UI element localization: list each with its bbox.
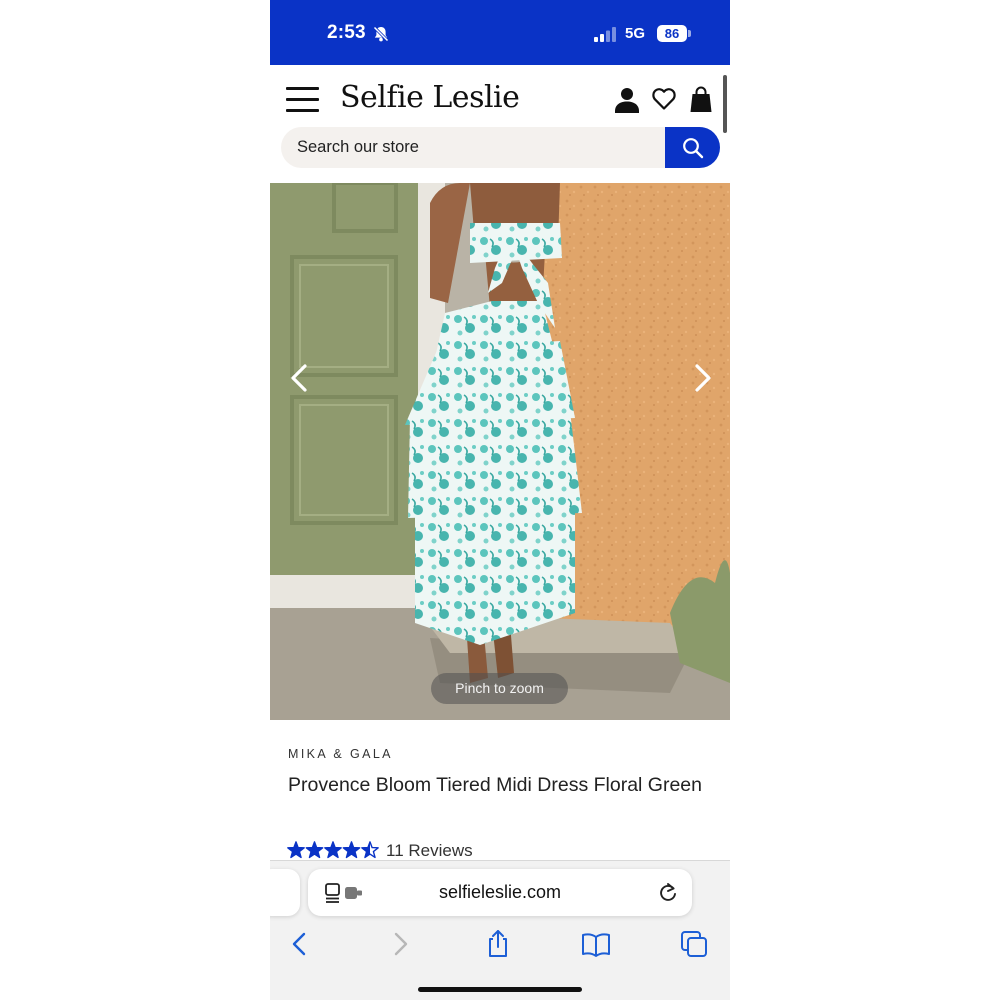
page-scrollbar[interactable] — [723, 75, 727, 133]
hamburger-menu-icon[interactable] — [286, 87, 319, 113]
share-icon[interactable] — [483, 929, 513, 959]
chevron-right-icon[interactable] — [682, 358, 722, 398]
forward-icon[interactable] — [385, 929, 415, 959]
product-photo — [270, 183, 730, 720]
tabs-icon[interactable] — [679, 929, 709, 959]
phone-screen: 2:53 5G 86 Selfie Leslie Search our stor… — [270, 0, 730, 1000]
reload-icon[interactable] — [658, 882, 678, 904]
star-rating[interactable] — [287, 840, 379, 860]
shopping-bag-icon[interactable] — [690, 86, 712, 112]
product-title: Provence Bloom Tiered Midi Dress Floral … — [288, 774, 702, 796]
bookmarks-icon[interactable] — [581, 929, 611, 959]
star-fill — [306, 841, 323, 858]
product-image-gallery[interactable]: Pinch to zoom — [270, 183, 730, 720]
site-header: Selfie Leslie — [270, 65, 730, 183]
bell-slash-icon — [373, 26, 389, 42]
network-type-label: 5G — [625, 25, 646, 42]
product-brand[interactable]: MIKA & GALA — [288, 747, 393, 761]
status-time: 2:53 — [327, 22, 366, 43]
browser-toolbar: selfieleslie.com — [270, 860, 730, 1000]
search-icon — [683, 138, 704, 159]
battery-tip — [688, 30, 691, 37]
page-menu-icon[interactable] — [324, 882, 364, 904]
url-text[interactable]: selfieleslie.com — [388, 882, 612, 903]
cellular-signal-icon — [594, 27, 616, 42]
site-logo[interactable]: Selfie Leslie — [340, 80, 520, 115]
address-bar[interactable]: selfieleslie.com — [308, 869, 692, 916]
status-bar: 2:53 5G 86 — [270, 0, 730, 65]
search-bar — [281, 127, 720, 168]
account-icon[interactable] — [615, 87, 639, 113]
star-fill — [324, 841, 342, 858]
home-indicator[interactable] — [418, 987, 582, 992]
search-button[interactable] — [665, 127, 720, 168]
heart-icon[interactable] — [652, 87, 676, 111]
product-info: MIKA & GALA Provence Bloom Tiered Midi D… — [270, 720, 730, 860]
pinch-to-zoom-hint: Pinch to zoom — [431, 673, 568, 704]
search-input[interactable] — [281, 127, 665, 168]
chevron-left-icon[interactable] — [280, 358, 320, 398]
back-icon[interactable] — [285, 929, 315, 959]
previous-tab-peek[interactable] — [270, 869, 300, 916]
star-fill — [343, 841, 360, 858]
star-fill — [287, 841, 305, 858]
reviews-link[interactable]: 11 Reviews — [386, 841, 473, 861]
battery-icon: 86 — [657, 25, 687, 42]
